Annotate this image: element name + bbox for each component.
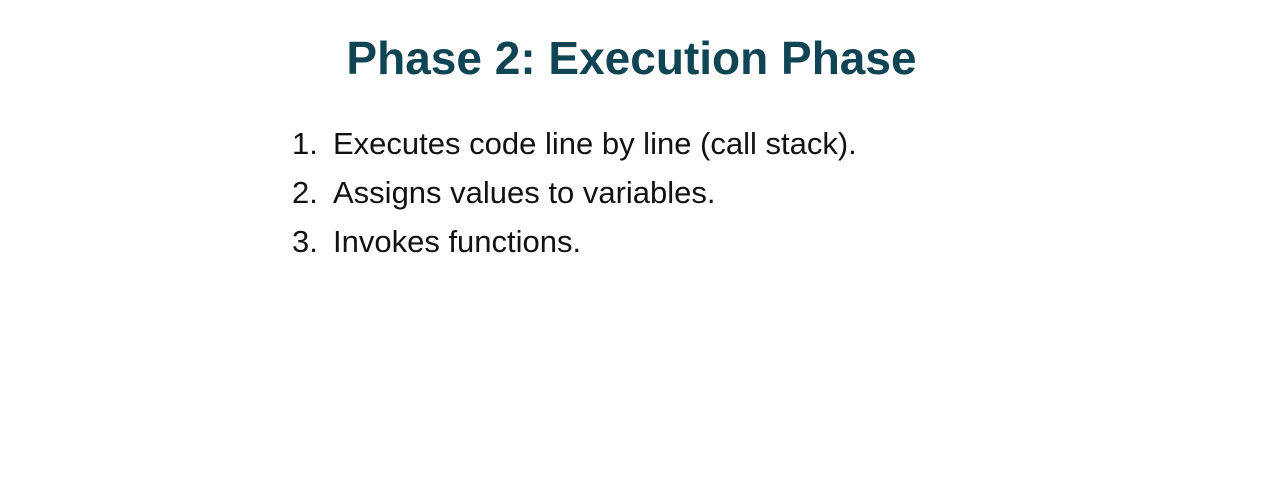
execution-steps-list: 1. Executes code line by line (call stac… — [292, 121, 857, 268]
list-item-number: 2. — [292, 175, 318, 210]
list-item-text: Invokes functions. — [333, 224, 582, 259]
list-item-number: 3. — [292, 224, 318, 259]
list-item: 1. Executes code line by line (call stac… — [292, 121, 857, 170]
list-item: 3. Invokes functions. — [292, 219, 857, 268]
slide-title: Phase 2: Execution Phase — [346, 32, 917, 84]
list-item-text: Executes code line by line (call stack). — [333, 126, 857, 161]
list-item-text: Assigns values to variables. — [333, 175, 716, 210]
list-item-number: 1. — [292, 126, 318, 161]
list-item: 2. Assigns values to variables. — [292, 170, 857, 219]
slide: Phase 2: Execution Phase 1. Executes cod… — [0, 0, 1263, 482]
